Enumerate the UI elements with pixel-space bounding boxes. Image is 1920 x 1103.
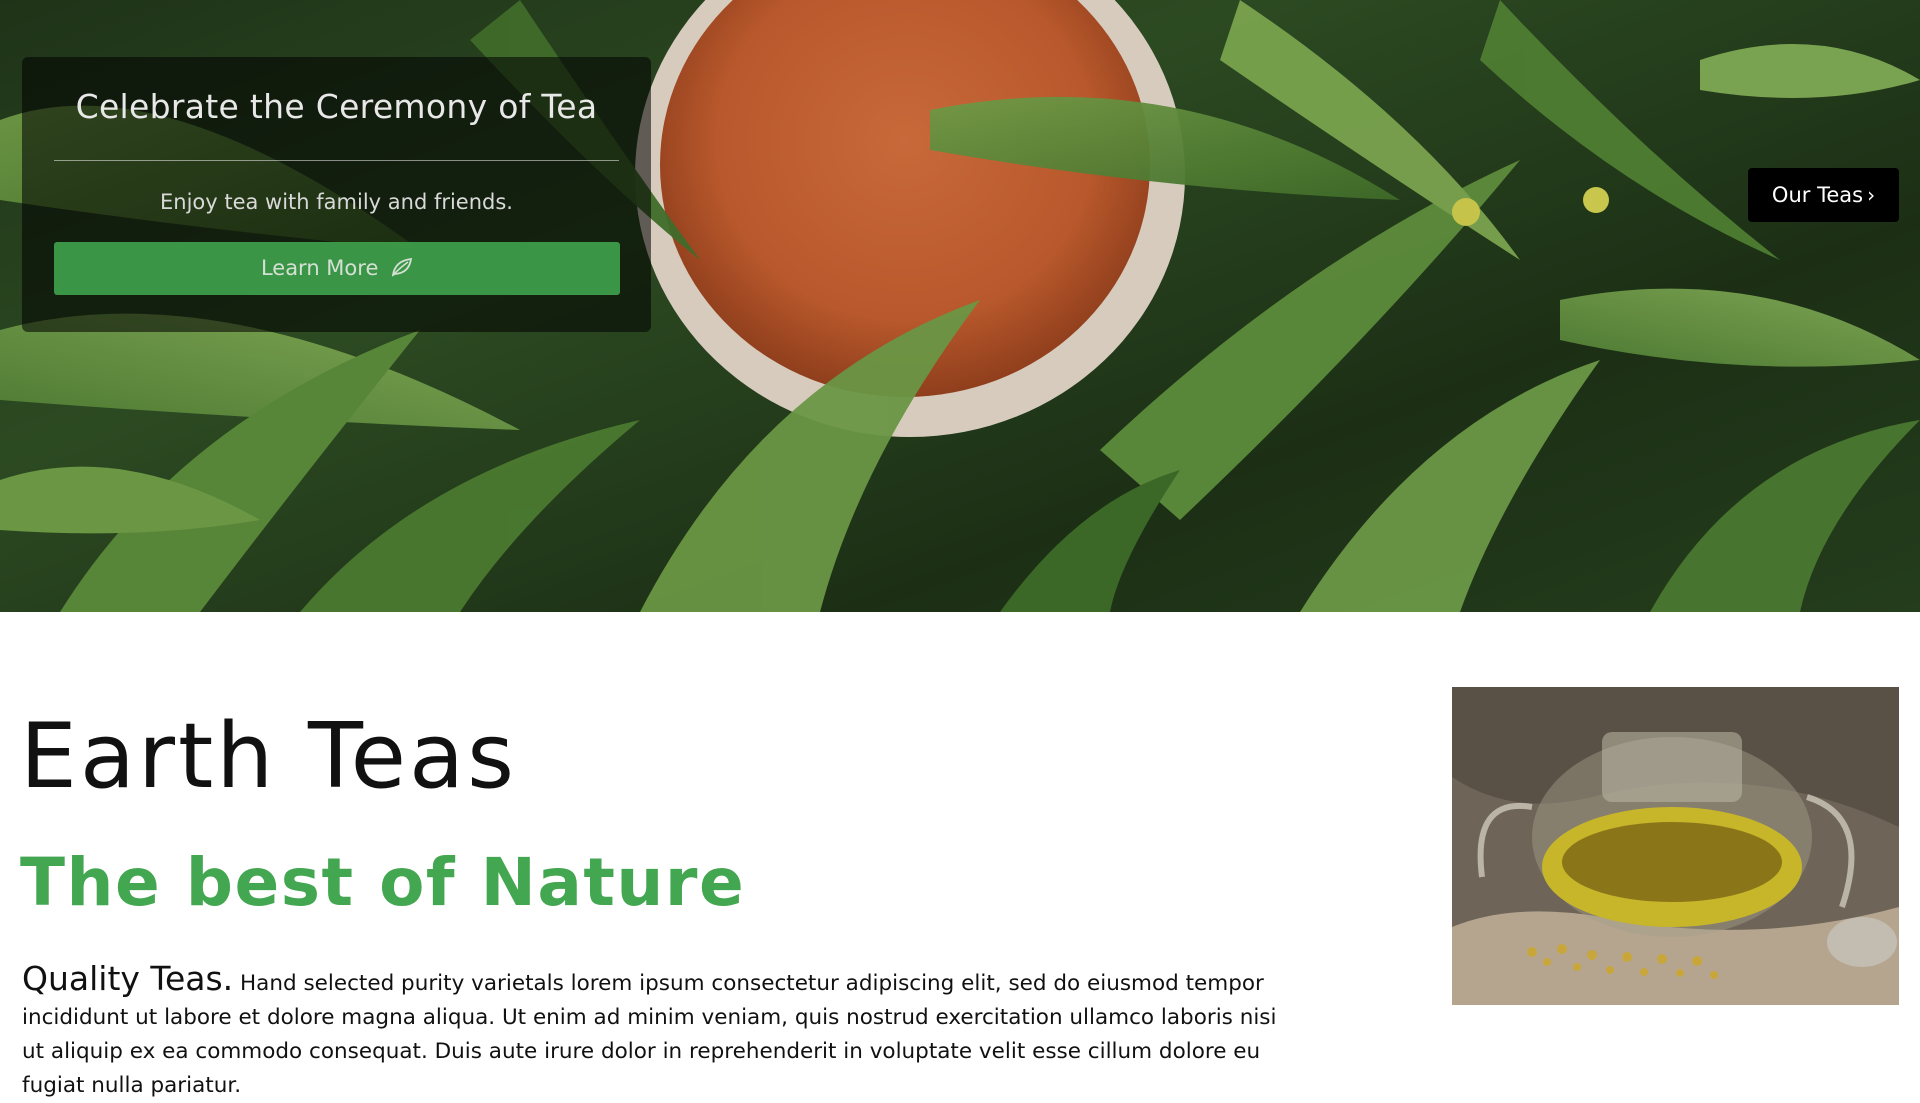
intro-lead: Quality Teas. (22, 959, 234, 998)
hero-banner: Celebrate the Ceremony of Tea Enjoy tea … (0, 0, 1920, 612)
learn-more-label: Learn More (260, 256, 379, 280)
hero-subtitle: Enjoy tea with family and friends. (159, 190, 513, 214)
tagline: The best of Nature (20, 844, 746, 921)
hero-divider (54, 160, 619, 161)
chevron-right-icon: › (1867, 183, 1876, 207)
our-teas-button[interactable]: Our Teas › (1748, 168, 1899, 222)
teapot-image (1452, 687, 1899, 1005)
brand-title: Earth Teas (20, 704, 518, 809)
our-teas-label: Our Teas (1771, 183, 1864, 207)
hero-card: Celebrate the Ceremony of Tea Enjoy tea … (22, 57, 651, 332)
intro-paragraph: Quality Teas. Hand selected purity varie… (22, 962, 1284, 1103)
hero-title: Celebrate the Ceremony of Tea (75, 87, 598, 126)
learn-more-button[interactable]: Learn More (54, 242, 620, 295)
leaf-icon (391, 244, 413, 297)
